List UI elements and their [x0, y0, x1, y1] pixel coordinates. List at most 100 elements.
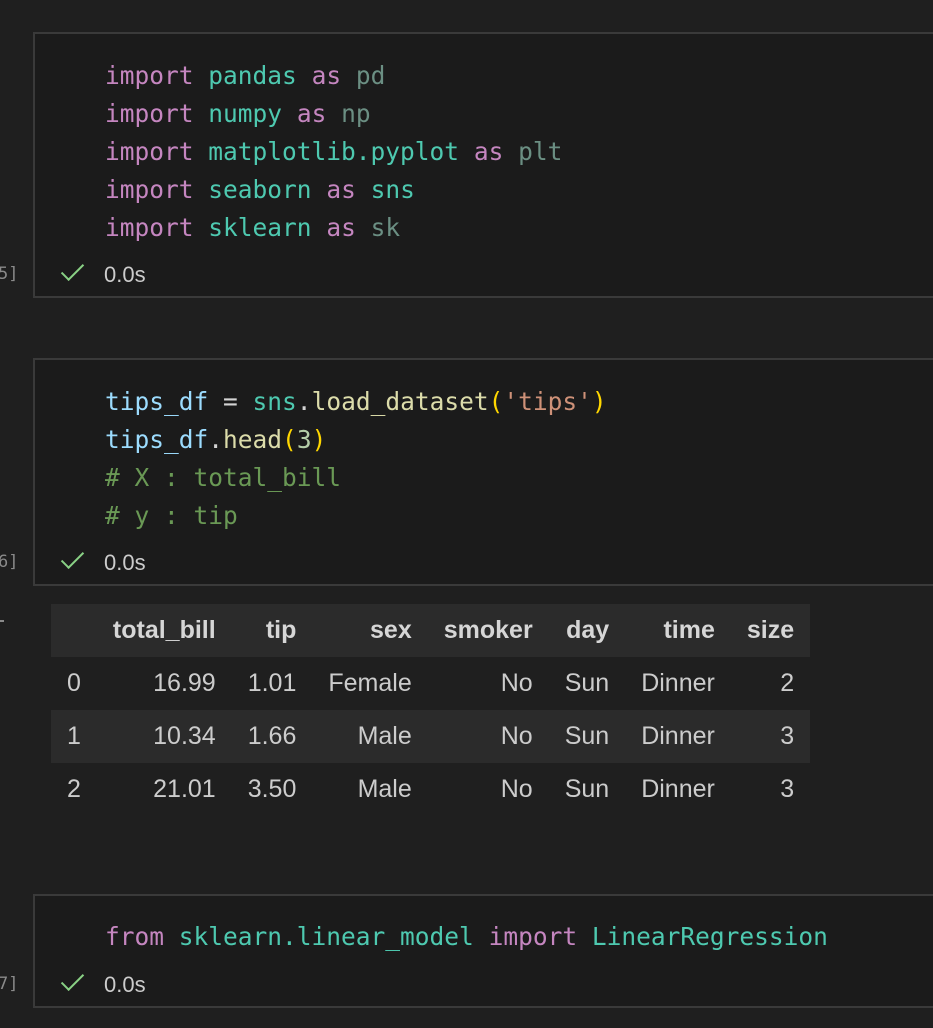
table-cell: Dinner	[641, 775, 715, 803]
code-token: sk	[370, 213, 401, 242]
code-editor[interactable]: tips_df = sns.load_dataset('tips') tips_d…	[105, 383, 607, 535]
code-line: import numpy as np	[105, 95, 562, 133]
code-token: as	[311, 61, 342, 90]
code-token: numpy	[208, 99, 283, 128]
column-header: smoker	[443, 616, 533, 644]
execution-count: 5]	[0, 264, 19, 284]
code-token: import	[105, 137, 194, 166]
code-line: from sklearn.linear_model import LinearR…	[105, 918, 828, 956]
table-header-row: total_bill tip sex smoker day time size	[51, 604, 811, 657]
code-line: # X : total_bill	[105, 459, 607, 497]
column-header: day	[566, 616, 610, 644]
table-cell: Male	[357, 722, 412, 750]
table-cell: 1.66	[247, 722, 297, 750]
code-token: sns	[252, 387, 297, 416]
code-token: as	[326, 175, 356, 204]
column-header: tip	[265, 616, 297, 644]
table-cell: 3	[780, 775, 795, 803]
code-token: as	[326, 213, 356, 242]
table-cell: Sun	[564, 722, 610, 750]
code-token: =	[208, 387, 253, 416]
code-token: as	[473, 137, 504, 166]
row-index: 0	[67, 669, 81, 697]
code-cell-import-linear-regression[interactable]: from sklearn.linear_model import LinearR…	[33, 894, 933, 1008]
code-token: # y : tip	[105, 501, 238, 530]
code-token: pandas	[208, 61, 297, 90]
check-icon	[60, 257, 85, 282]
code-editor[interactable]: from sklearn.linear_model import LinearR…	[105, 918, 828, 956]
table-cell: Female	[328, 669, 412, 697]
code-line: import matplotlib.pyplot as plt	[105, 133, 562, 171]
code-token: pd	[355, 61, 386, 90]
code-token: sns	[370, 175, 415, 204]
dataframe-output: total_bill tip sex smoker day time size 0 16.99…	[51, 604, 811, 816]
table-row: 2 21.01 3.50 Male No Sun Dinner 3	[51, 763, 810, 816]
code-line: import pandas as pd	[105, 57, 562, 95]
code-editor[interactable]: import pandas as pd import numpy as np imp…	[105, 57, 562, 247]
table-cell: 2	[780, 669, 795, 697]
table-cell: No	[500, 722, 533, 750]
code-token: from	[105, 922, 165, 951]
code-token: import	[105, 99, 194, 128]
code-line: tips_df.head(3)	[105, 421, 607, 459]
table-cell: Male	[357, 775, 412, 803]
check-icon	[60, 545, 85, 570]
table-cell: No	[500, 669, 533, 697]
execution-count: 6]	[0, 552, 19, 572]
table-cell: 3	[780, 722, 795, 750]
table-cell: Dinner	[641, 669, 715, 697]
code-token: seaborn	[208, 175, 312, 204]
execution-time: 0.0s	[104, 550, 146, 575]
code-cell-load-dataset[interactable]: tips_df = sns.load_dataset('tips') tips_d…	[33, 358, 933, 586]
code-line: # y : tip	[105, 497, 607, 535]
code-token: )	[591, 387, 607, 416]
execution-count: 7]	[0, 974, 19, 994]
row-index: 1	[67, 722, 81, 750]
code-token: import	[488, 922, 578, 951]
code-token: .	[296, 387, 312, 416]
cell-status: 0.0s	[60, 257, 146, 288]
code-token: 'tips'	[503, 387, 592, 416]
table-row: 0 16.99 1.01 Female No Sun Dinner 2	[51, 657, 810, 710]
code-cell-imports[interactable]: import pandas as pd import numpy as np imp…	[33, 32, 933, 298]
code-token: head	[223, 425, 283, 454]
code-token: as	[296, 99, 327, 128]
code-token: import	[105, 213, 194, 242]
table-cell: Sun	[564, 669, 610, 697]
table-cell: 1.01	[247, 669, 297, 697]
code-line: import sklearn as sk	[105, 209, 562, 247]
check-icon	[60, 967, 85, 992]
code-token: sklearn	[208, 213, 312, 242]
code-token: import	[105, 61, 194, 90]
column-header: total_bill	[112, 616, 216, 644]
column-header: time	[663, 616, 715, 644]
code-token: load_dataset	[311, 387, 489, 416]
code-token: plt	[518, 137, 563, 166]
cell-status: 0.0s	[60, 545, 146, 576]
table-cell: Sun	[564, 775, 610, 803]
code-token: tips_df	[105, 425, 209, 454]
code-token: 3	[296, 425, 312, 454]
code-token: matplotlib.pyplot	[208, 137, 460, 166]
code-line: import seaborn as sns	[105, 171, 562, 209]
table-row: 1 10.34 1.66 Male No Sun Dinner 3	[51, 710, 811, 763]
code-token: .	[208, 425, 224, 454]
code-token: sklearn.linear_model	[178, 922, 474, 951]
table-cell: Dinner	[641, 722, 715, 750]
